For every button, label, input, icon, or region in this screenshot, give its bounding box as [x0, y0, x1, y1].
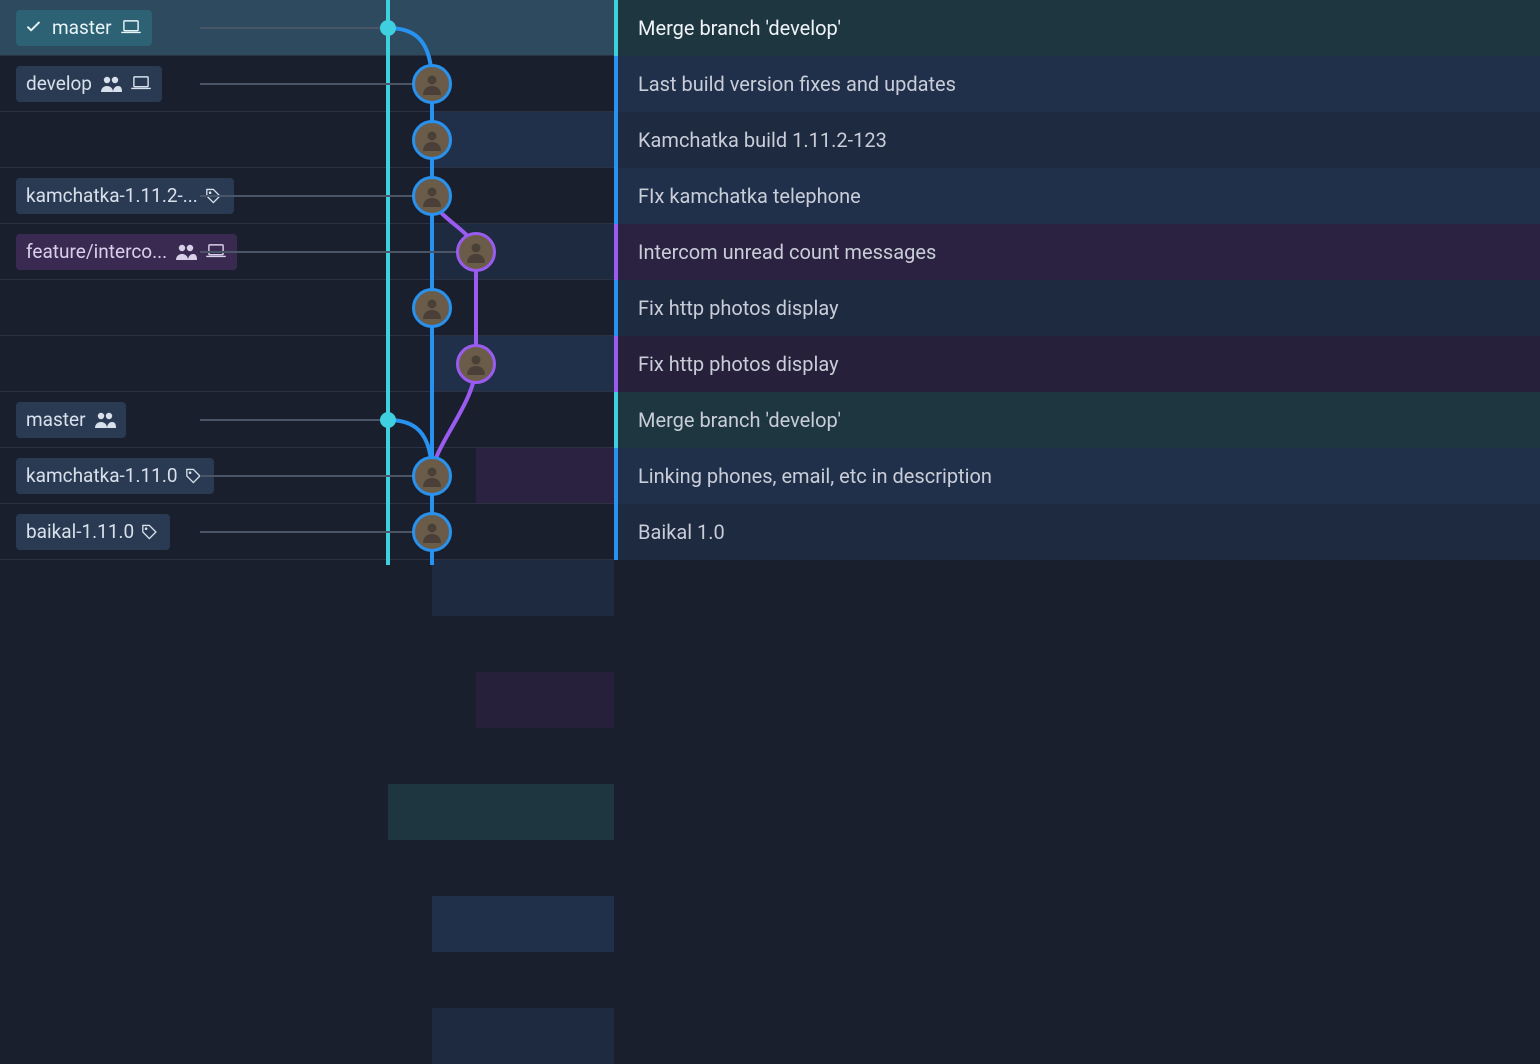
- commit-row[interactable]: Fix http photos display: [0, 336, 1540, 392]
- commit-message-bar: FIx kamchatka telephone: [614, 168, 1540, 224]
- commit-message: Linking phones, email, etc in descriptio…: [638, 464, 992, 488]
- branch-badge[interactable]: kamchatka-1.11.0: [16, 458, 214, 494]
- commit-message: Intercom unread count messages: [638, 240, 936, 264]
- commit-row[interactable]: master Merge branch 'develop': [0, 0, 1540, 56]
- branch-badge[interactable]: feature/interco...: [16, 234, 237, 270]
- branch-badge[interactable]: kamchatka-1.11.2-...: [16, 178, 234, 214]
- commit-node[interactable]: [412, 120, 452, 160]
- commit-node[interactable]: [412, 64, 452, 104]
- branch-name: master: [52, 16, 112, 39]
- branch-name: feature/interco...: [26, 240, 167, 263]
- commit-row[interactable]: kamchatka-1.11.0 Linking phones, email, e…: [0, 448, 1540, 504]
- commit-node[interactable]: [456, 344, 496, 384]
- commit-message: Merge branch 'develop': [638, 408, 841, 432]
- tag-icon: [206, 187, 224, 205]
- commit-row[interactable]: develop Last build version fixes and upda…: [0, 56, 1540, 112]
- commit-row-fill: [388, 784, 614, 840]
- commit-message: FIx kamchatka telephone: [638, 184, 861, 208]
- laptop-icon: [205, 244, 227, 260]
- branch-name: develop: [26, 72, 92, 95]
- branch-name: kamchatka-1.11.0: [26, 464, 178, 487]
- branch-badge[interactable]: master: [16, 10, 152, 46]
- commit-message-bar: Intercom unread count messages: [614, 224, 1540, 280]
- avatar-icon: [421, 465, 443, 487]
- commit-message-bar: Fix http photos display: [614, 336, 1540, 392]
- check-icon: [26, 21, 44, 35]
- avatar-icon: [465, 241, 487, 263]
- commit-message: Kamchatka build 1.11.2-123: [638, 128, 887, 152]
- branch-badge[interactable]: master: [16, 402, 126, 438]
- commit-node[interactable]: [456, 232, 496, 272]
- commit-message-bar: Merge branch 'develop': [614, 392, 1540, 448]
- laptop-icon: [120, 20, 142, 36]
- commit-message: Baikal 1.0: [638, 520, 725, 544]
- commit-message-bar: Last build version fixes and updates: [614, 56, 1540, 112]
- commit-row-fill: [476, 672, 614, 728]
- users-icon: [100, 75, 122, 93]
- avatar-icon: [421, 185, 443, 207]
- commit-row[interactable]: feature/interco... Intercom unread count …: [0, 224, 1540, 280]
- merge-node[interactable]: [380, 412, 396, 428]
- commit-message: Fix http photos display: [638, 296, 839, 320]
- branch-name: master: [26, 408, 86, 431]
- avatar-icon: [421, 521, 443, 543]
- commit-node[interactable]: [412, 288, 452, 328]
- commit-message-bar: Merge branch 'develop': [614, 0, 1540, 56]
- commit-row[interactable]: kamchatka-1.11.2-... FIx kamchatka teleph…: [0, 168, 1540, 224]
- commit-message-bar: Kamchatka build 1.11.2-123: [614, 112, 1540, 168]
- commit-row[interactable]: Kamchatka build 1.11.2-123: [0, 112, 1540, 168]
- tag-icon: [142, 523, 160, 541]
- commit-row-fill: [432, 560, 614, 616]
- avatar-icon: [421, 297, 443, 319]
- merge-node[interactable]: [380, 20, 396, 36]
- commit-row-fill: [432, 896, 614, 952]
- laptop-icon: [130, 76, 152, 92]
- tag-icon: [186, 467, 204, 485]
- commit-message-bar: Fix http photos display: [614, 280, 1540, 336]
- avatar-icon: [421, 129, 443, 151]
- branch-name: baikal-1.11.0: [26, 520, 134, 543]
- commit-row-fill: [432, 1008, 614, 1064]
- commit-node[interactable]: [412, 512, 452, 552]
- branch-name: kamchatka-1.11.2-...: [26, 184, 198, 207]
- commit-message: Merge branch 'develop': [638, 16, 841, 40]
- commit-message-bar: Baikal 1.0: [614, 504, 1540, 560]
- commit-message: Last build version fixes and updates: [638, 72, 956, 96]
- avatar-icon: [421, 73, 443, 95]
- users-icon: [175, 243, 197, 261]
- commit-row[interactable]: Fix http photos display: [0, 280, 1540, 336]
- commit-node[interactable]: [412, 456, 452, 496]
- commit-message: Fix http photos display: [638, 352, 839, 376]
- avatar-icon: [465, 353, 487, 375]
- users-icon: [94, 411, 116, 429]
- commit-row[interactable]: master Merge branch 'develop': [0, 392, 1540, 448]
- commit-node[interactable]: [412, 176, 452, 216]
- branch-badge[interactable]: develop: [16, 66, 162, 102]
- commit-message-bar: Linking phones, email, etc in descriptio…: [614, 448, 1540, 504]
- commit-row-fill: [388, 0, 614, 56]
- branch-badge[interactable]: baikal-1.11.0: [16, 514, 170, 550]
